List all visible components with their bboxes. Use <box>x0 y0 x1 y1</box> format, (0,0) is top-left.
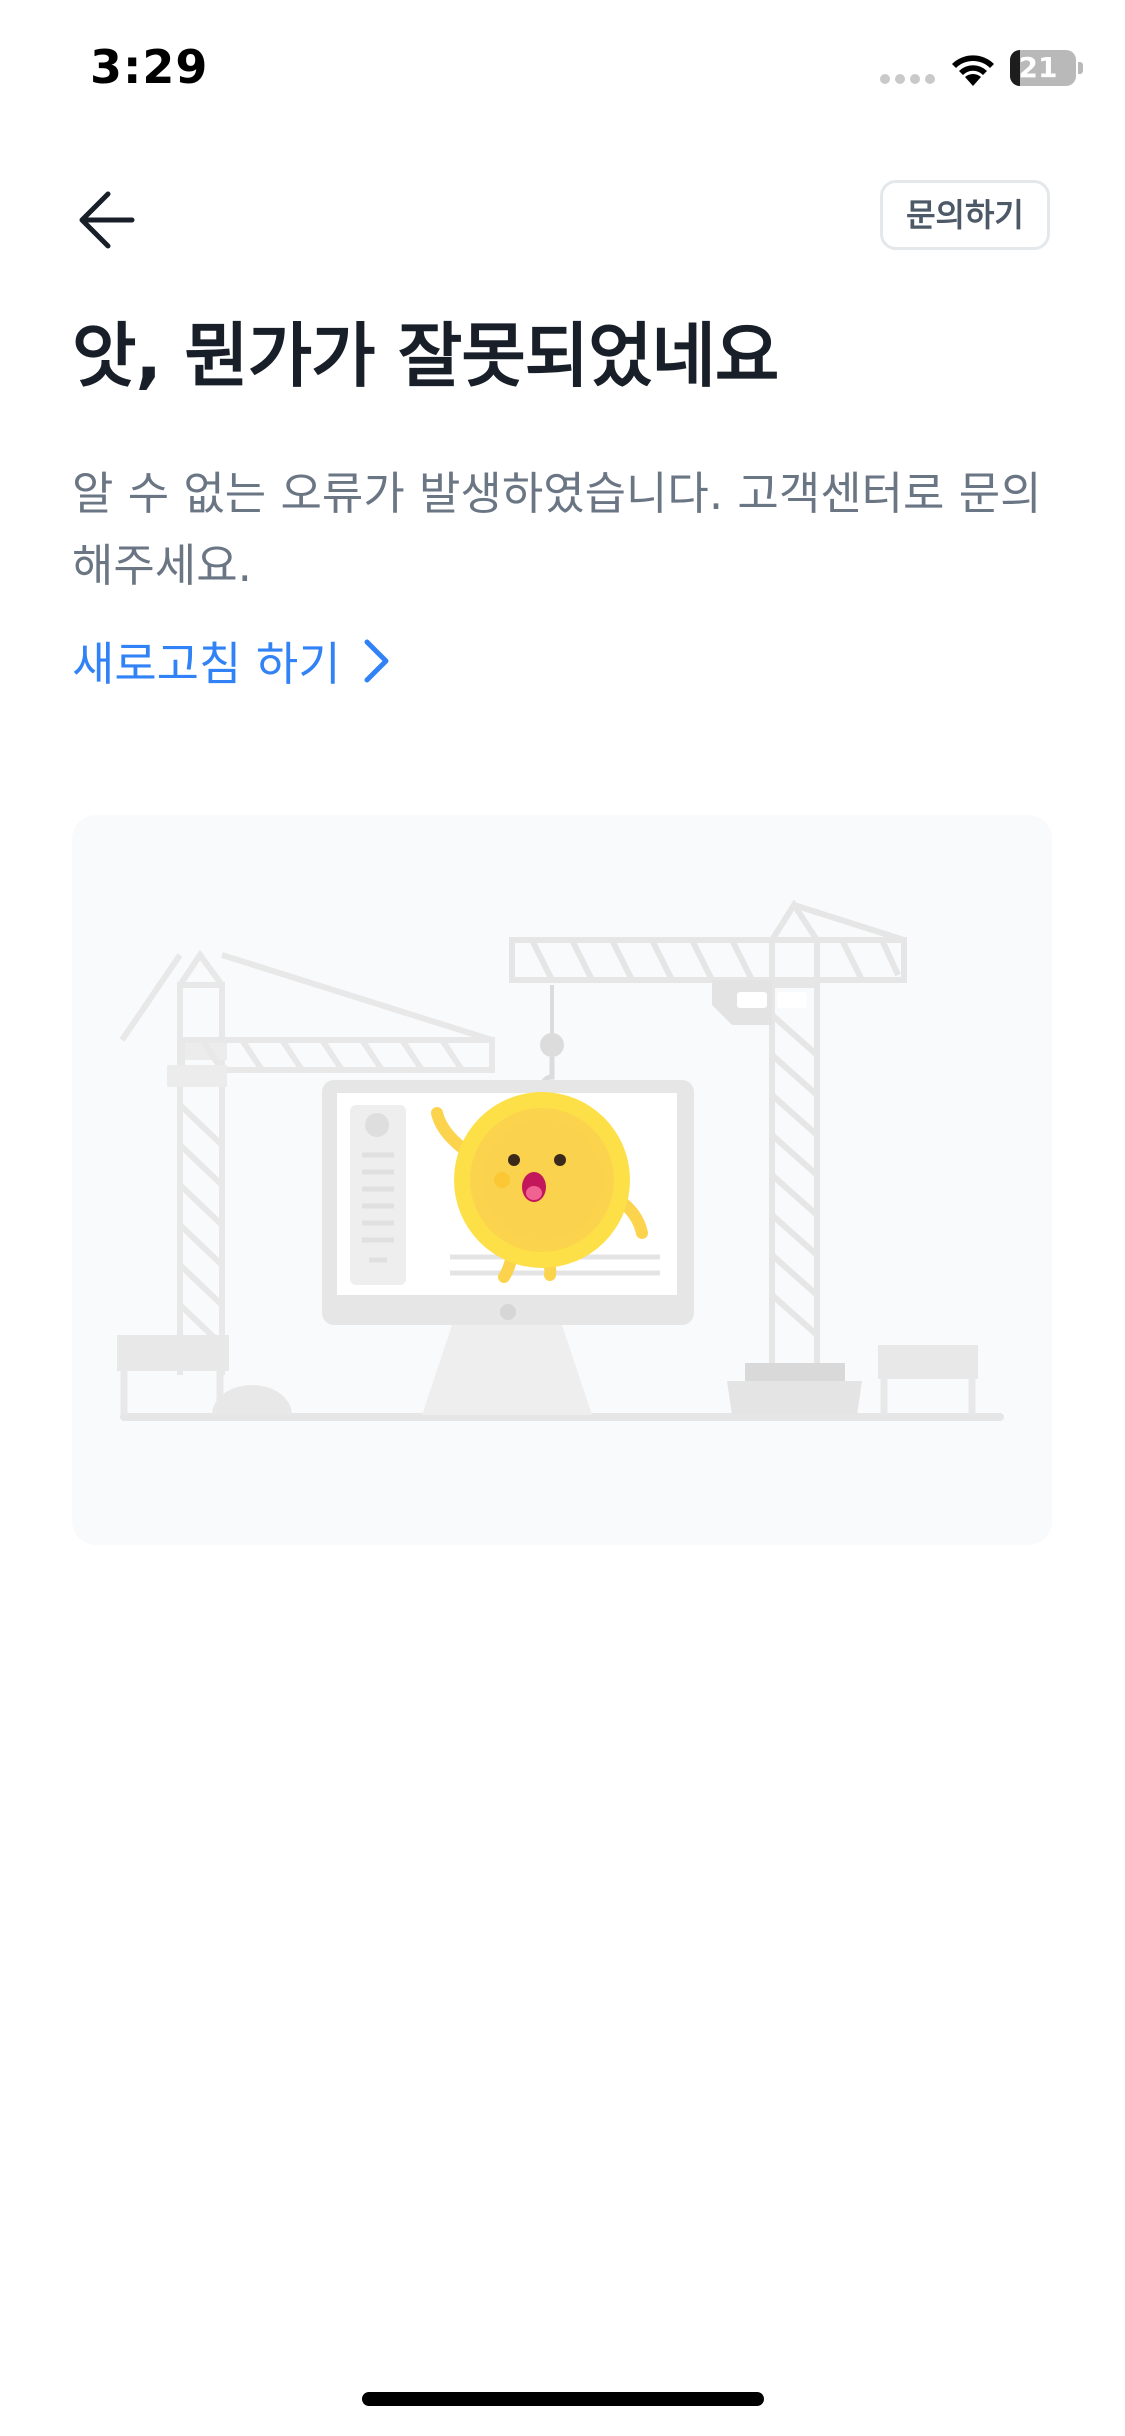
cellular-icon <box>880 74 936 84</box>
home-indicator[interactable] <box>362 2392 764 2406</box>
error-description: 알 수 없는 오류가 발생하였습니다. 고객센터로 문의해주세요. <box>72 467 1042 592</box>
chevron-right-icon <box>364 639 389 683</box>
status-time: 3:29 <box>90 40 209 94</box>
error-illustration <box>72 815 1052 1545</box>
battery-icon: 21 <box>1010 50 1083 86</box>
refresh-link[interactable]: 새로고침 하기 <box>72 628 391 694</box>
contact-button[interactable]: 문의하기 <box>880 180 1050 250</box>
battery-level: 21 <box>1018 51 1058 84</box>
back-arrow-icon <box>79 191 135 249</box>
page-title: 앗, 뭔가가 잘못되었네요 <box>72 315 779 397</box>
refresh-label: 새로고침 하기 <box>72 637 341 691</box>
back-button[interactable] <box>70 180 150 260</box>
wifi-icon <box>948 50 998 88</box>
